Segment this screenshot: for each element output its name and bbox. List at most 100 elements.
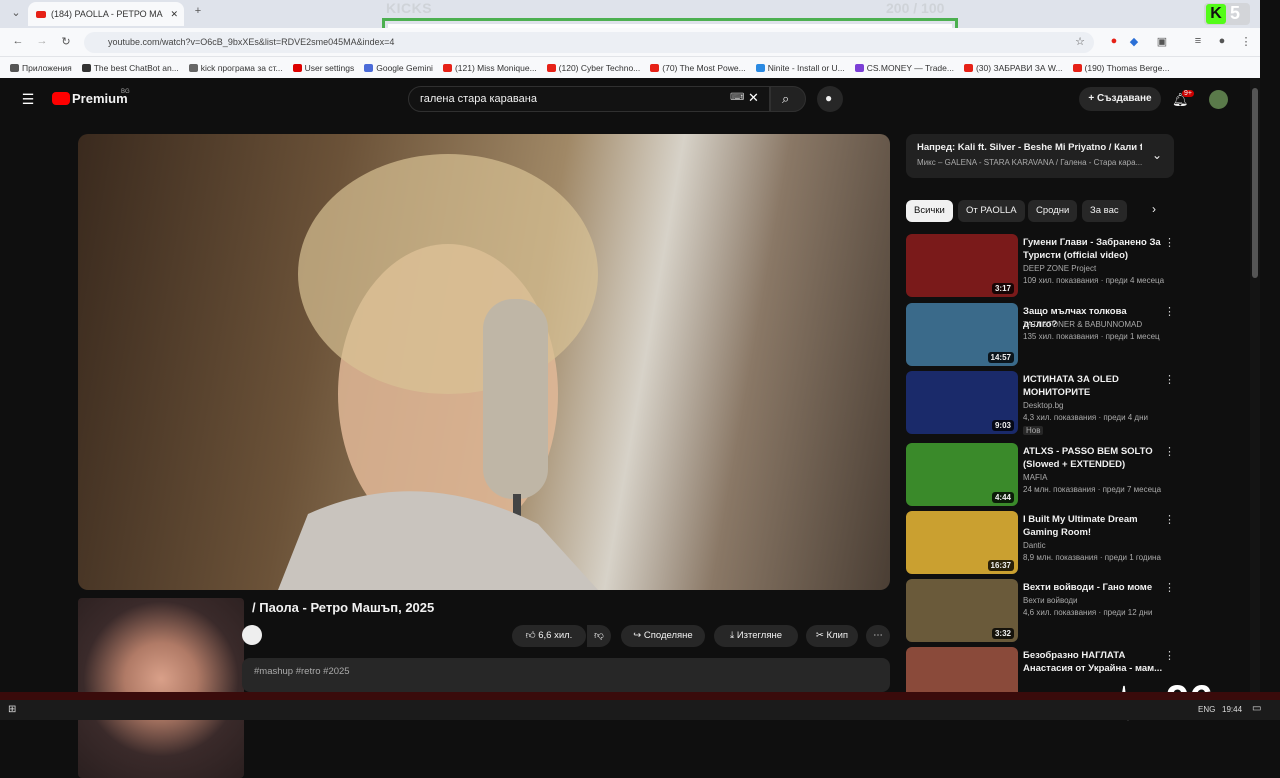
- recommendation-title[interactable]: Гумени Глави - Забранено За Туристи (off…: [1023, 236, 1163, 262]
- bookmark-item[interactable]: (70) The Most Powe...: [650, 63, 746, 73]
- video-thumbnail[interactable]: 9:03: [906, 371, 1018, 434]
- bookmark-label: (30) ЗАБРАВИ ЗА W...: [975, 62, 1063, 73]
- recommendation-item[interactable]: 16:37 I Built My Ultimate Dream Gaming Ro…: [906, 511, 1176, 575]
- more-options-icon[interactable]: ⋮: [1164, 513, 1175, 526]
- bookmark-item[interactable]: kick програма за ст...: [188, 63, 283, 73]
- bookmark-item[interactable]: The best ChatBot an...: [81, 63, 179, 73]
- forward-icon[interactable]: →: [34, 35, 50, 47]
- recommendation-item[interactable]: 4:44 ATLXS - PASSO BEM SOLTO (Slowed + EX…: [906, 443, 1176, 507]
- video-player[interactable]: [78, 134, 890, 590]
- profile-icon[interactable]: ●: [1214, 35, 1230, 47]
- chevron-down-icon[interactable]: ⌄: [1152, 148, 1162, 162]
- more-options-icon[interactable]: ⋮: [1164, 373, 1175, 386]
- tab-search-icon[interactable]: ⌄: [8, 6, 24, 19]
- reload-icon[interactable]: ↻: [58, 35, 74, 48]
- more-actions-button[interactable]: ⋯: [866, 625, 890, 647]
- video-thumbnail[interactable]: 16:37: [906, 511, 1018, 574]
- like-button[interactable]: 👍︎ 6,6 хил.: [512, 625, 586, 647]
- more-options-icon[interactable]: ⋮: [1164, 649, 1175, 662]
- language-indicator[interactable]: ENG: [1198, 705, 1215, 714]
- page-scrollbar[interactable]: [1250, 78, 1260, 692]
- chip-related[interactable]: Сродни: [1028, 200, 1078, 222]
- recommendation-item[interactable]: 14:57 Защо мълчах толкова дълго? TATTSTONE…: [906, 303, 1176, 367]
- recommendation-title[interactable]: ИСТИНАТА ЗА OLED МОНИТОРИТЕ: [1023, 373, 1163, 399]
- hamburger-menu-icon[interactable]: ☰: [20, 91, 36, 108]
- tab-title: (184) PAOLLA - РЕТРО МА: [51, 9, 163, 19]
- extension-icon[interactable]: ●: [1106, 35, 1122, 47]
- search-button[interactable]: ⌕: [770, 86, 806, 112]
- clip-label: Клип: [826, 630, 849, 641]
- download-button[interactable]: ⤓ Изтегляне: [714, 625, 798, 647]
- bookmark-item[interactable]: (190) Thomas Berge...: [1072, 63, 1169, 73]
- recommendation-channel[interactable]: Вехти войводи: [1023, 596, 1078, 605]
- kick-logo-icon: K: [1206, 4, 1226, 24]
- recommendation-title[interactable]: I Built My Ultimate Dream Gaming Room!: [1023, 513, 1163, 539]
- reading-list-icon[interactable]: ≡: [1190, 35, 1206, 47]
- video-thumbnail[interactable]: 3:32: [906, 579, 1018, 642]
- menu-icon[interactable]: ⋮: [1238, 35, 1254, 48]
- channel-avatar[interactable]: [242, 625, 262, 645]
- recommendation-item[interactable]: 3:32 Вехти войводи - Гано моме Вехти войво…: [906, 579, 1176, 643]
- recommendation-channel[interactable]: TATTSTONER & BABUNNOMAD: [1023, 320, 1142, 329]
- playlist-panel[interactable]: Напред: Kali ft. Silver - Beshe Mi Priya…: [906, 134, 1174, 178]
- more-options-icon[interactable]: ⋮: [1164, 581, 1175, 594]
- bookmark-label: Приложения: [22, 62, 72, 73]
- recommendation-channel[interactable]: DEEP ZONE Project: [1023, 264, 1096, 273]
- recommendation-item[interactable]: 3:17 Гумени Глави - Забранено За Туристи …: [906, 234, 1176, 298]
- recommendation-stats: 109 хил. показвания · преди 4 месеца: [1023, 276, 1165, 285]
- bookmark-item[interactable]: (30) ЗАБРАВИ ЗА W...: [963, 62, 1063, 73]
- keyboard-icon[interactable]: ⌨: [730, 92, 744, 103]
- bookmark-item[interactable]: CS.MONEY — Trade...: [854, 63, 954, 73]
- extension-icon[interactable]: ◆: [1126, 35, 1142, 48]
- clear-search-icon[interactable]: ✕: [748, 90, 759, 106]
- share-button[interactable]: ↪ Споделяне: [621, 625, 705, 647]
- dislike-button[interactable]: 👎︎: [587, 625, 611, 647]
- clip-button[interactable]: ✂ Клип: [806, 625, 858, 647]
- browser-tab[interactable]: (184) PAOLLA - РЕТРО МА ✕: [28, 2, 184, 26]
- recommendation-title[interactable]: Вехти войводи - Гано моме: [1023, 581, 1163, 594]
- recommendation-item[interactable]: 9:03 ИСТИНАТА ЗА OLED МОНИТОРИТЕ Desktop.b…: [906, 371, 1176, 435]
- chevron-right-icon[interactable]: ›: [1152, 202, 1156, 216]
- description-box[interactable]: #mashup #retro #2025: [242, 658, 890, 692]
- bookmark-star-icon[interactable]: ☆: [1072, 35, 1088, 48]
- recommendation-channel[interactable]: Dantic: [1023, 541, 1046, 550]
- back-icon[interactable]: ←: [10, 35, 26, 47]
- tab-close-icon[interactable]: ✕: [170, 9, 178, 20]
- voice-search-button[interactable]: ●: [817, 86, 843, 112]
- bookmarks-bar: Приложения The best ChatBot an... kick про…: [0, 56, 1260, 78]
- windows-start-icon[interactable]: ⊞: [8, 704, 16, 715]
- bookmark-item[interactable]: (121) Miss Monique...: [442, 63, 537, 73]
- bookmark-item[interactable]: Приложения: [10, 63, 72, 73]
- recommendation-title[interactable]: ATLXS - PASSO BEM SOLTO (Slowed + EXTEND…: [1023, 445, 1163, 471]
- recommendation-channel[interactable]: Desktop.bg: [1023, 401, 1063, 410]
- clock[interactable]: 19:44: [1222, 705, 1242, 714]
- more-options-icon[interactable]: ⋮: [1164, 445, 1175, 458]
- extensions-puzzle-icon[interactable]: ▣: [1154, 35, 1170, 48]
- chip-from-channel[interactable]: От PAOLLA: [958, 200, 1025, 222]
- search-input[interactable]: галена стара каравана: [408, 86, 770, 112]
- logo-text[interactable]: Premium: [72, 91, 128, 106]
- video-thumbnail[interactable]: 3:17: [906, 234, 1018, 297]
- create-button[interactable]: + Създаване: [1079, 87, 1161, 111]
- more-options-icon[interactable]: ⋮: [1164, 305, 1175, 318]
- url-field[interactable]: youtube.com/watch?v=O6cB_9bxXEs&list=RDV…: [84, 32, 1094, 53]
- bookmark-item[interactable]: (120) Cyber Techno...: [546, 63, 640, 73]
- video-title: / Паола - Ретро Машъп, 2025: [252, 600, 435, 615]
- recommendation-stats: 24 млн. показвания · преди 7 месеца: [1023, 485, 1162, 494]
- bookmark-item[interactable]: Google Gemini: [364, 63, 433, 73]
- bookmark-item[interactable]: User settings: [292, 63, 354, 73]
- chip-all[interactable]: Всички: [906, 200, 953, 222]
- recommendation-channel[interactable]: MAFIA: [1023, 473, 1047, 482]
- bookmark-item[interactable]: Ninite - Install or U...: [755, 63, 845, 73]
- bookmark-favicon-icon: [546, 63, 556, 72]
- scrollbar-thumb[interactable]: [1252, 88, 1258, 278]
- chip-for-you[interactable]: За вас: [1082, 200, 1127, 222]
- more-options-icon[interactable]: ⋮: [1164, 236, 1175, 249]
- recommendation-title[interactable]: Безобразно НАГЛАТА Анастасия от Украйна …: [1023, 649, 1163, 675]
- video-thumbnail[interactable]: 14:57: [906, 303, 1018, 366]
- notification-center-icon[interactable]: ▭: [1252, 703, 1261, 714]
- new-tab-icon[interactable]: +: [190, 5, 206, 17]
- video-thumbnail[interactable]: 4:44: [906, 443, 1018, 506]
- youtube-logo-icon[interactable]: [52, 92, 70, 105]
- avatar[interactable]: [1209, 90, 1228, 109]
